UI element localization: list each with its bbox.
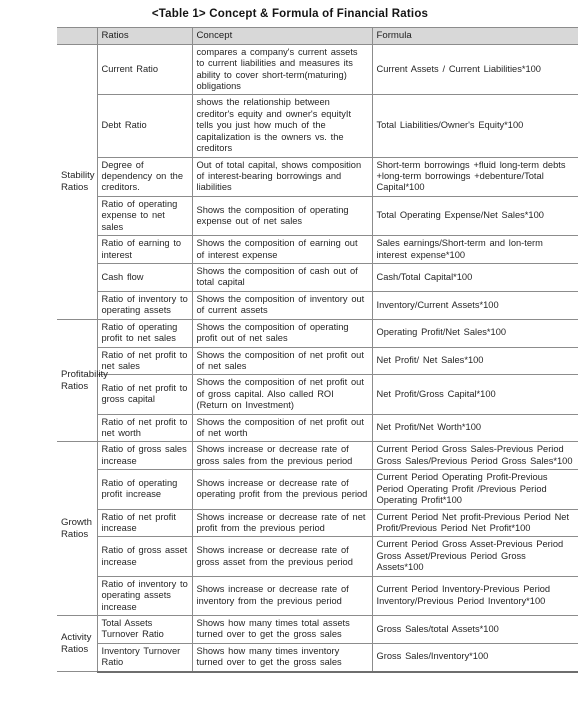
cell-concept: compares a company's current assets to c… bbox=[191, 43, 373, 96]
ratio-group-label-line: Stability bbox=[61, 169, 95, 181]
table-row: Ratio of net profit to net sales Shows th… bbox=[57, 346, 578, 376]
table-header: Ratios Concept Formula bbox=[57, 27, 578, 45]
cell-ratio-name: Ratio of net profit to gross capital bbox=[97, 374, 193, 415]
cell-concept: Shows the composition of net profit out … bbox=[191, 413, 373, 443]
cell-concept: Shows increase or decrease rate of opera… bbox=[191, 469, 373, 510]
document-page: <Table 1> Concept & Formula of Financial… bbox=[0, 0, 580, 709]
cell-formula: Current Period Gross Asset-Previous Peri… bbox=[371, 536, 578, 577]
cell-formula: Cash/Total Capital*100 bbox=[371, 262, 578, 292]
column-header-group bbox=[57, 27, 98, 45]
cell-formula: Short-term borrowings +fluid long-term d… bbox=[371, 156, 578, 197]
cell-ratio-name: Ratio of net profit to net worth bbox=[97, 413, 193, 443]
cell-formula: Gross Sales/total Assets*100 bbox=[371, 614, 578, 644]
table-row: Degree of dependency on the creditors. Ou… bbox=[57, 156, 578, 197]
cell-ratio-name: Degree of dependency on the creditors. bbox=[97, 156, 193, 197]
table-row: Ratio of inventory to operating assets i… bbox=[57, 575, 578, 616]
ratio-group-label: Growth Ratios bbox=[57, 441, 98, 616]
cell-formula: Total Liabilities/Owner's Equity*100 bbox=[371, 94, 578, 158]
table-row: Stability Ratios Current Ratio compares a c… bbox=[57, 43, 578, 320]
cell-concept: Shows the composition of inventory out o… bbox=[191, 290, 373, 320]
cell-ratio-name: Cash flow bbox=[97, 262, 193, 292]
cell-ratio-name: Ratio of net profit increase bbox=[97, 508, 193, 538]
cell-concept: Shows increase or decrease rate of inven… bbox=[191, 575, 373, 616]
table-row: Inventory Turnover Ratio Shows how many t… bbox=[57, 642, 578, 673]
cell-concept: Shows how many times total assets turned… bbox=[191, 614, 373, 644]
table-row: Ratio of net profit to net worth Shows th… bbox=[57, 413, 578, 443]
ratio-group-label-line: Ratios bbox=[61, 528, 89, 540]
ratio-group-label-line: Ratios bbox=[61, 181, 89, 193]
cell-formula: Total Operating Expense/Net Sales*100 bbox=[371, 195, 578, 237]
cell-concept: Shows the composition of earning out of … bbox=[191, 235, 373, 264]
table-row: Activity Ratios Total Assets Turnover Rati… bbox=[57, 614, 578, 673]
table-row: Cash flow Shows the composition of cash o… bbox=[57, 262, 578, 292]
cell-concept: Shows the composition of net profit out … bbox=[191, 346, 373, 376]
cell-formula: Current Period Inventory-Previous Period… bbox=[371, 575, 578, 616]
table-row: Ratio of inventory to operating assets Sh… bbox=[57, 290, 578, 320]
cell-formula: Current Assets / Current Liabilities*100 bbox=[371, 43, 578, 96]
cell-ratio-name: Ratio of inventory to operating assets i… bbox=[97, 575, 193, 616]
cell-concept: Shows the composition of net profit out … bbox=[191, 374, 373, 415]
cell-formula: Net Profit/Net Worth*100 bbox=[371, 413, 578, 443]
cell-formula: Net Profit/ Net Sales*100 bbox=[371, 346, 578, 376]
ratio-group-label: Activity Ratios bbox=[57, 614, 98, 673]
table-row: Ratio of operating profit increase Shows … bbox=[57, 469, 578, 510]
cell-concept: Shows how many times inventory turned ov… bbox=[191, 642, 373, 673]
ratio-group-label-line: Activity bbox=[61, 631, 92, 643]
cell-concept: shows the relationship between creditor'… bbox=[191, 94, 373, 158]
table-row: Ratio of net profit increase Shows increa… bbox=[57, 508, 578, 538]
column-header-ratios: Ratios bbox=[96, 27, 193, 45]
cell-formula: Current Period Gross Sales-Previous Peri… bbox=[371, 441, 578, 471]
cell-ratio-name: Ratio of net profit to net sales bbox=[97, 346, 193, 376]
cell-ratio-name: Total Assets Turnover Ratio bbox=[96, 614, 193, 644]
cell-formula: Sales earnings/Short-term and lon-term i… bbox=[371, 235, 578, 264]
table-row: Profitability Ratios Ratio of operating pr… bbox=[57, 318, 578, 443]
ratio-group-label-line: Profitability bbox=[61, 368, 108, 380]
cell-formula: Current Period Operating Profit-Previous… bbox=[371, 469, 578, 510]
cell-ratio-name: Debt Ratio bbox=[97, 94, 193, 158]
column-header-formula: Formula bbox=[371, 27, 578, 45]
cell-concept: Shows increase or decrease rate of gross… bbox=[191, 536, 373, 577]
table-row: Growth Ratios Ratio of gross sales increas… bbox=[57, 441, 578, 616]
cell-formula: Inventory/Current Assets*100 bbox=[371, 290, 578, 320]
ratio-group-label-line: Ratios bbox=[61, 380, 89, 392]
cell-ratio-name: Ratio of gross sales increase bbox=[96, 441, 193, 471]
cell-ratio-name: Ratio of operating profit to net sales bbox=[96, 318, 193, 348]
cell-ratio-name: Ratio of earning to interest bbox=[97, 235, 193, 264]
ratio-group-label-line: Ratios bbox=[61, 643, 89, 655]
cell-formula: Current Period Net profit-Previous Perio… bbox=[371, 508, 578, 538]
table-body: Stability Ratios Current Ratio compares a c… bbox=[57, 43, 578, 673]
cell-ratio-name: Ratio of operating profit increase bbox=[97, 469, 193, 510]
table-container: Ratios Concept Formula Stability Ratios Cu… bbox=[2, 27, 578, 673]
table-caption: <Table 1> Concept & Formula of Financial… bbox=[151, 8, 429, 20]
cell-ratio-name: Ratio of inventory to operating assets bbox=[97, 290, 193, 320]
cell-formula: Net Profit/Gross Capital*100 bbox=[371, 374, 578, 415]
header-row: Ratios Concept Formula bbox=[57, 27, 578, 45]
table-row: Ratio of operating expense to net sales S… bbox=[57, 195, 578, 237]
cell-formula: Gross Sales/Inventory*100 bbox=[371, 642, 578, 673]
cell-formula: Operating Profit/Net Sales*100 bbox=[371, 318, 578, 348]
table-row: Ratio of net profit to gross capital Show… bbox=[57, 374, 578, 415]
table-row: Ratio of earning to interest Shows the co… bbox=[57, 235, 578, 264]
cell-ratio-name: Ratio of gross asset increase bbox=[97, 536, 193, 577]
cell-ratio-name: Ratio of operating expense to net sales bbox=[97, 195, 193, 237]
table-row: Ratio of gross asset increase Shows incre… bbox=[57, 536, 578, 577]
cell-ratio-name: Inventory Turnover Ratio bbox=[97, 642, 193, 673]
ratio-group-label-line: Growth bbox=[61, 516, 92, 528]
financial-ratios-table: Ratios Concept Formula Stability Ratios Cu… bbox=[57, 27, 578, 673]
cell-concept: Shows increase or decrease rate of gross… bbox=[191, 441, 373, 471]
cell-ratio-name: Current Ratio bbox=[96, 43, 193, 96]
cell-concept: Out of total capital, shows composition … bbox=[191, 156, 373, 197]
ratio-group-label: Stability Ratios bbox=[57, 43, 98, 320]
table-row: Debt Ratio shows the relationship between… bbox=[57, 94, 578, 158]
cell-concept: Shows the composition of operating expen… bbox=[191, 195, 373, 237]
ratio-group-label: Profitability Ratios bbox=[57, 318, 108, 443]
cell-concept: Shows the composition of operating profi… bbox=[191, 318, 373, 348]
cell-concept: Shows increase or decrease rate of net p… bbox=[191, 508, 373, 538]
column-header-concept: Concept bbox=[191, 27, 373, 45]
cell-concept: Shows the composition of cash out of tot… bbox=[191, 262, 373, 292]
